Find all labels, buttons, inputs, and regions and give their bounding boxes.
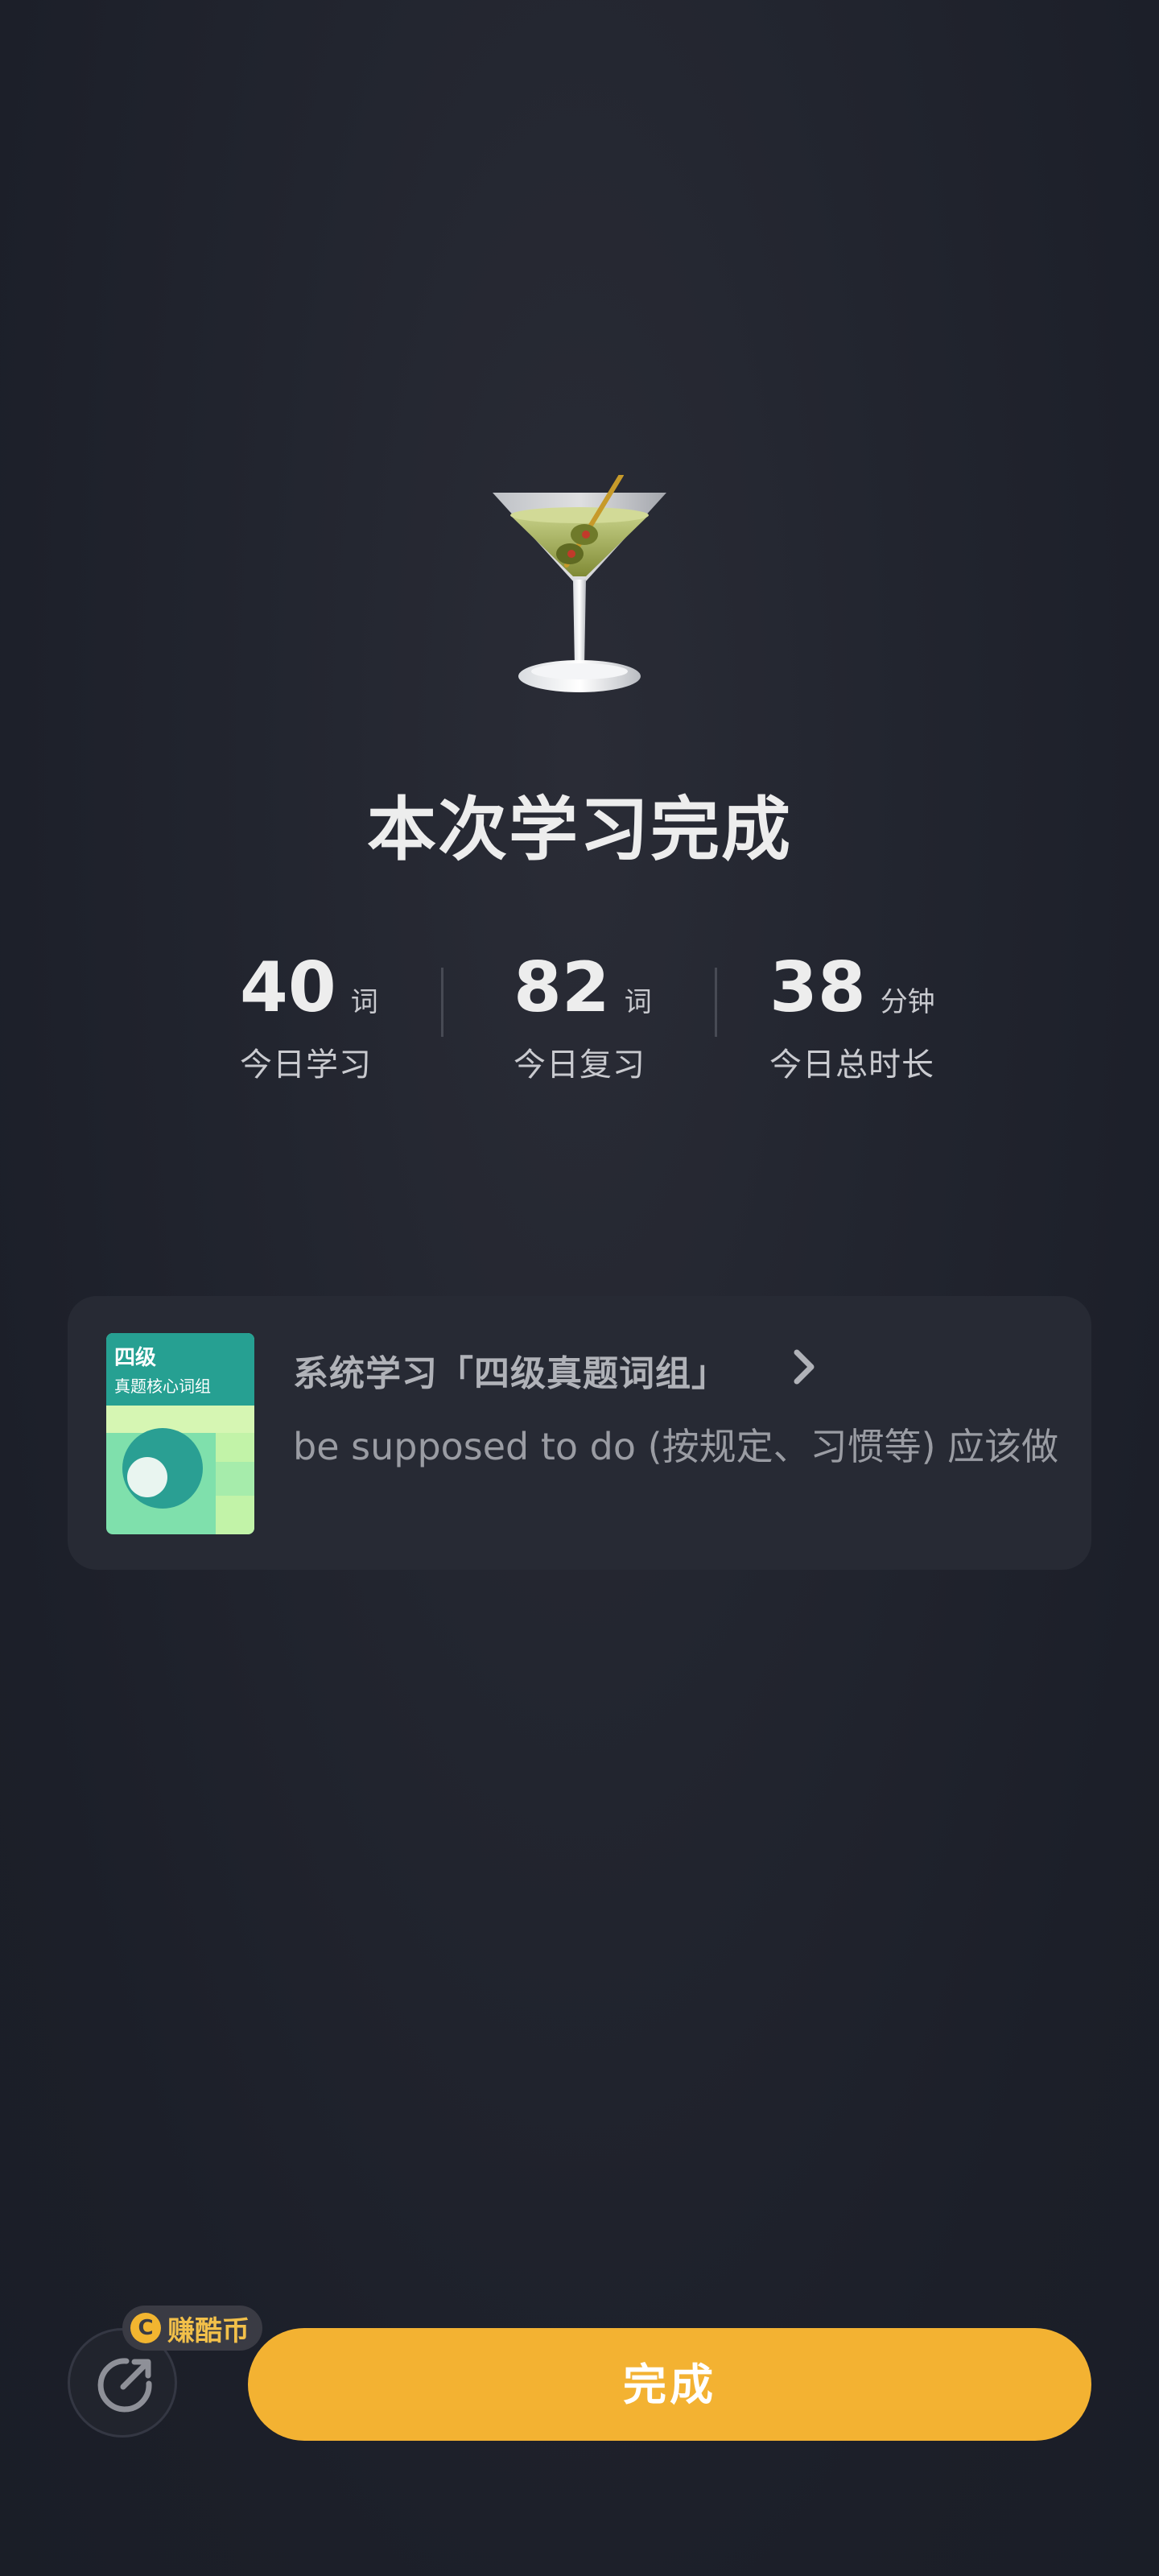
book-card[interactable]: 四级 真题核心词组 系统学习「四级真题词组」 be supposed to do… <box>68 1296 1091 1570</box>
book-cover: 四级 真题核心词组 <box>106 1333 254 1534</box>
coin-label: 赚酷币 <box>167 2314 250 2347</box>
stat-value: 82 <box>514 947 610 1028</box>
coin-icon: C <box>130 2313 161 2343</box>
completion-title: 本次学习完成 <box>367 790 792 870</box>
stat-divider <box>441 968 443 1037</box>
stat-unit: 词 <box>624 986 652 1018</box>
stat-value: 40 <box>240 947 336 1028</box>
stat-unit: 分钟 <box>880 986 935 1018</box>
done-button[interactable]: 完成 <box>248 2328 1091 2441</box>
cover-dot <box>127 1457 167 1497</box>
stat-value: 38 <box>769 947 866 1028</box>
cocktail-glass-icon <box>493 475 666 692</box>
earn-coin-badge[interactable]: C 赚酷币 <box>122 2306 262 2351</box>
stat-unit: 词 <box>350 986 378 1018</box>
cover-title: 四级 <box>114 1346 157 1370</box>
stat-label: 今日总时长 <box>769 1046 934 1084</box>
stat-divider <box>715 968 717 1037</box>
stats-row: 40 词 今日学习 82 词 今日复习 38 分钟 今日总时长 <box>0 934 1159 1084</box>
cover-band <box>106 1406 254 1433</box>
book-description: be supposed to do (按规定、习惯等) 应该做 <box>293 1425 1059 1468</box>
cover-block <box>216 1462 254 1496</box>
stat-today-duration: 38 分钟 今日总时长 <box>769 934 1043 1085</box>
stat-today-learned: 40 词 今日学习 <box>240 934 514 1085</box>
share-arrow-icon <box>97 2358 152 2413</box>
stat-label: 今日学习 <box>240 1046 372 1084</box>
cover-subtitle: 真题核心词组 <box>114 1377 211 1396</box>
study-complete-screen: 本次学习完成 40 词 今日学习 82 词 今日复习 38 分钟 今日总时长 四… <box>0 0 1159 2576</box>
chevron-right-icon[interactable] <box>786 1344 824 1389</box>
stat-label: 今日复习 <box>514 1046 645 1084</box>
stat-today-reviewed: 82 词 今日复习 <box>514 934 787 1085</box>
book-title[interactable]: 系统学习「四级真题词组」 <box>293 1344 728 1396</box>
